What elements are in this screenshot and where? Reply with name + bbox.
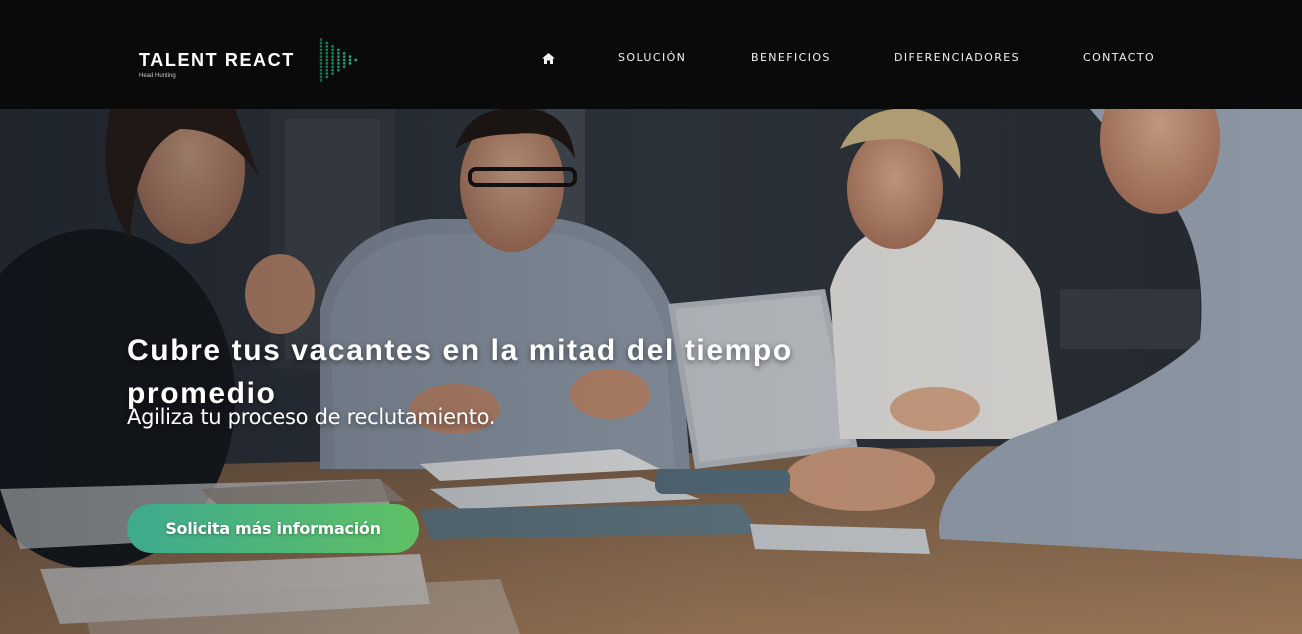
- nav-item-diferenciadores[interactable]: DIFERENCIADORES: [894, 51, 1020, 64]
- landing-page: TALENT REACT Head Hunting SOLUCIÓN BENEF…: [0, 0, 1302, 634]
- site-header: TALENT REACT Head Hunting SOLUCIÓN BENEF…: [0, 0, 1302, 109]
- request-info-button[interactable]: Solicita más información: [127, 504, 419, 553]
- hero-title: Cubre tus vacantes en la mitad del tiemp…: [127, 334, 793, 411]
- home-icon[interactable]: [542, 53, 555, 64]
- main-nav: SOLUCIÓN BENEFICIOS DIFERENCIADORES CONT…: [0, 51, 1302, 69]
- nav-item-beneficios[interactable]: BENEFICIOS: [751, 51, 831, 64]
- hero-section: Cubre tus vacantes en la mitad del tiemp…: [0, 109, 1302, 634]
- nav-item-contacto[interactable]: CONTACTO: [1083, 51, 1155, 64]
- brand-tagline: Head Hunting: [139, 73, 176, 79]
- nav-item-solucion[interactable]: SOLUCIÓN: [618, 51, 686, 64]
- hero-subtitle: Agiliza tu proceso de reclutamiento.: [127, 405, 496, 429]
